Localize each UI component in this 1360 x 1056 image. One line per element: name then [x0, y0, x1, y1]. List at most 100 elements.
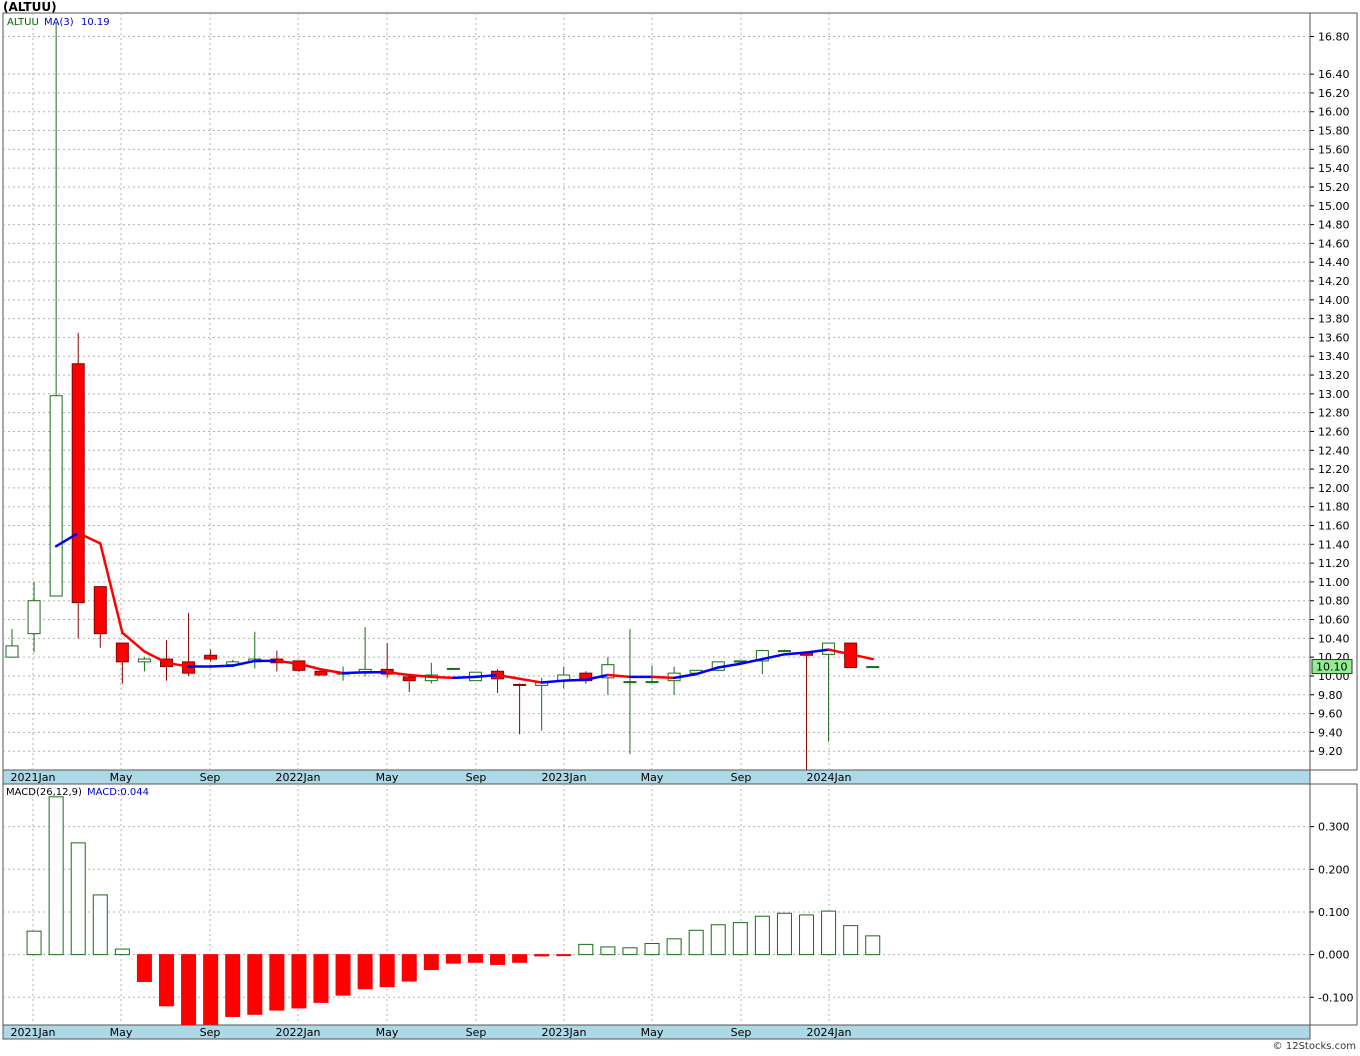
macd-bar [357, 954, 373, 990]
price-y-tick-label: 15.00 [1318, 200, 1350, 213]
price-y-tick-label: 11.60 [1318, 520, 1350, 533]
macd-bar [644, 943, 660, 956]
price-y-tick-label: 16.00 [1318, 106, 1350, 119]
price-x-label: Sep [200, 771, 221, 784]
price-y-tick-label: 9.60 [1318, 708, 1343, 721]
ma-segment [650, 675, 676, 680]
ma-segment [452, 675, 477, 680]
price-y-tick-label: 10.80 [1318, 595, 1350, 608]
macd-x-label: Sep [731, 1026, 752, 1039]
price-y-tick-label: 16.40 [1318, 68, 1350, 81]
price-y-tick-label: 13.60 [1318, 331, 1350, 344]
candle-body [137, 658, 151, 663]
macd-x-label: Sep [200, 1026, 221, 1039]
macd-bar [70, 842, 86, 956]
macd-bar [512, 954, 528, 963]
price-x-label: 2023Jan [542, 771, 587, 784]
macd-bar [710, 924, 726, 956]
candle-body [623, 681, 637, 684]
candle-body [204, 654, 218, 660]
candle-body [866, 666, 880, 669]
price-y-tick-label: 12.20 [1318, 463, 1350, 476]
macd-bar [732, 922, 748, 956]
macd-x-label: May [110, 1026, 133, 1039]
macd-y-tick-label: 0.200 [1318, 863, 1350, 876]
macd-bar [92, 894, 108, 956]
macd-y-tick-label: 0.000 [1318, 949, 1350, 962]
price-y-tick-label: 11.20 [1318, 557, 1350, 570]
price-y-tick-label: 10.40 [1318, 632, 1350, 645]
price-x-label: 2021Jan [11, 771, 56, 784]
macd-bar [821, 910, 837, 956]
ma-segment [430, 675, 455, 680]
macd-x-label: 2022Jan [276, 1026, 321, 1039]
macd-bar [843, 925, 859, 956]
price-y-tick-label: 16.80 [1318, 31, 1350, 44]
price-y-tick-label: 9.20 [1318, 745, 1343, 758]
macd-bar [754, 915, 770, 956]
macd-bar [688, 929, 704, 956]
price-y-tick-label: 15.20 [1318, 181, 1350, 194]
macd-bar [666, 938, 682, 956]
price-x-label: Sep [466, 771, 487, 784]
price-y-tick-label: 13.80 [1318, 313, 1350, 326]
price-y-tick-label: 9.40 [1318, 726, 1343, 739]
price-y-tick-label: 13.20 [1318, 369, 1350, 382]
last-price-label: 10.10 [1316, 661, 1348, 674]
macd-bar [556, 954, 572, 957]
macd-bar [335, 954, 351, 996]
macd-bar [776, 912, 792, 956]
price-y-tick-label: 15.40 [1318, 162, 1350, 175]
macd-bar [247, 954, 263, 1015]
price-legend-ma-label: MA(3) [44, 17, 74, 28]
macd-bar [445, 954, 461, 964]
macd-bar [865, 935, 881, 956]
candle-body [314, 670, 328, 676]
price-y-tick-label: 12.00 [1318, 482, 1350, 495]
price-y-tick-label: 11.80 [1318, 501, 1350, 514]
price-y-tick-label: 11.00 [1318, 576, 1350, 589]
macd-bar [225, 954, 241, 1017]
price-x-label: May [641, 771, 664, 784]
price-x-label: 2024Jan [807, 771, 852, 784]
candle-body [645, 681, 659, 684]
price-y-tick-label: 15.60 [1318, 143, 1350, 156]
macd-bar [401, 954, 417, 982]
macd-bar [158, 954, 174, 1007]
macd-legend-value: MACD:0.044 [87, 787, 149, 798]
price-x-label: May [376, 771, 399, 784]
macd-x-label: 2024Jan [807, 1026, 852, 1039]
price-y-tick-label: 10.60 [1318, 614, 1350, 627]
macd-bar [269, 954, 285, 1011]
candle-body [446, 667, 460, 670]
candle-body [777, 650, 791, 653]
candle-body [49, 395, 63, 597]
macd-x-label: May [376, 1026, 399, 1039]
macd-bar [622, 947, 638, 956]
candle-body [71, 363, 85, 604]
stock-chart: 16.80 16.40 16.20 16.00 15.80 15.60 15.40 15.20… [2, 12, 1358, 1040]
price-y-tick-label: 14.20 [1318, 275, 1350, 288]
macd-bar [181, 954, 197, 1026]
macd-bar [48, 796, 64, 956]
macd-panel [2, 783, 1311, 1026]
ma-segment [341, 670, 367, 675]
candle-body [513, 683, 527, 686]
macd-x-label: May [641, 1026, 664, 1039]
candle-body [5, 645, 19, 658]
macd-legend-label: MACD(26,12,9) [6, 787, 82, 798]
candle-body [27, 600, 41, 635]
macd-bar [467, 954, 483, 963]
price-y-tick-label: 12.40 [1318, 444, 1350, 457]
price-y-tick-label: 12.60 [1318, 425, 1350, 438]
candle-body [93, 586, 107, 635]
macd-bar [136, 954, 152, 982]
price-y-tick-label: 14.60 [1318, 237, 1350, 250]
macd-bar [578, 943, 594, 956]
price-y-tick-label: 11.40 [1318, 538, 1350, 551]
price-y-tick-label: 16.20 [1318, 87, 1350, 100]
macd-bar [799, 914, 815, 956]
macd-bar [534, 954, 550, 957]
macd-bar [379, 954, 395, 988]
price-y-tick-label: 14.80 [1318, 219, 1350, 232]
